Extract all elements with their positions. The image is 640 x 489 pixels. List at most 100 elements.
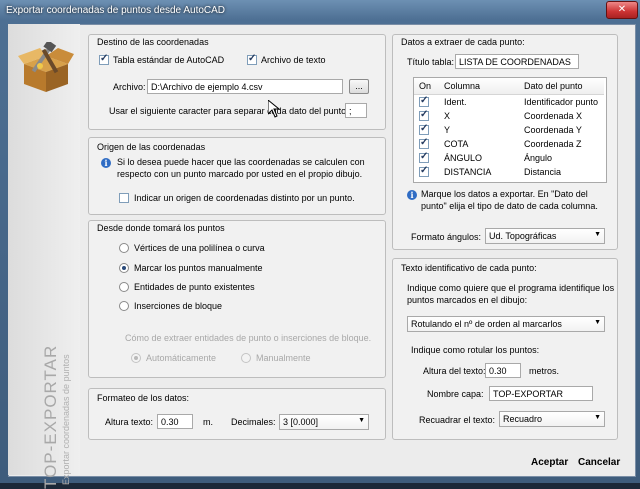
- row-checkbox[interactable]: [419, 123, 429, 135]
- chevron-down-icon: ▼: [594, 414, 601, 421]
- angulos-label: Formato ángulos:: [411, 232, 482, 242]
- altura-texto-input[interactable]: 0.30: [157, 414, 193, 429]
- radio-marcar[interactable]: [119, 263, 129, 273]
- info-icon: i: [101, 158, 111, 168]
- product-name: TOP-EXPORTAR: [41, 344, 60, 489]
- altura-texto-label: Altura texto:: [105, 417, 154, 427]
- sidebar-banner: TOP-EXPORTAR Exportar coordenadas de pun…: [8, 24, 80, 489]
- row-columna: Y: [444, 125, 451, 135]
- como-rotular-label: Indique como rotular los puntos:: [411, 345, 540, 355]
- datos-table[interactable]: On Columna Dato del punto Ident. Identif…: [413, 77, 607, 183]
- table-row[interactable]: COTA Coordenada Z: [414, 137, 604, 151]
- table-row[interactable]: X Coordenada X: [414, 109, 604, 123]
- decimales-label: Decimales:: [231, 417, 276, 427]
- extract-method-label: Cómo de extraer entidades de punto o ins…: [125, 333, 372, 343]
- row-checkbox[interactable]: [419, 137, 429, 149]
- table-header: On Columna Dato del punto: [414, 78, 604, 95]
- datos-info-line1: Marque los datos a exportar. En "Dato de…: [421, 189, 588, 199]
- row-dato: Coordenada Z: [524, 139, 582, 149]
- row-dato: Ángulo: [524, 153, 553, 163]
- row-checkbox[interactable]: [419, 165, 429, 177]
- origen-checkbox[interactable]: [119, 193, 129, 203]
- window-title: Exportar coordenadas de puntos desde Aut…: [6, 5, 226, 16]
- table-row[interactable]: Ident. Identificador punto: [414, 95, 604, 109]
- recuadrar-label: Recuadrar el texto:: [419, 415, 496, 425]
- texto-info-line1: Indique como quiere que el programa iden…: [407, 283, 615, 293]
- row-columna: COTA: [444, 139, 469, 149]
- radio-automatico-label: Automáticamente: [146, 353, 217, 363]
- formateo-group: Formateo de los datos: Altura texto: 0.3…: [88, 388, 386, 440]
- desde-group: Desde donde tomará los puntos Vértices d…: [88, 220, 386, 378]
- radio-automatico[interactable]: [131, 353, 141, 363]
- row-checkbox[interactable]: [419, 151, 429, 163]
- chevron-down-icon: ▼: [594, 231, 601, 238]
- angulos-value: Ud. Topográficas: [489, 231, 557, 241]
- radio-marcar-label: Marcar los puntos manualmente: [134, 263, 263, 273]
- recuadrar-select[interactable]: Recuadro ▼: [499, 411, 605, 427]
- row-dato: Identificador punto: [524, 97, 599, 107]
- radio-inserciones-label: Inserciones de bloque: [134, 301, 223, 311]
- chevron-down-icon: ▼: [594, 319, 601, 326]
- archivo-texto-label: Archivo de texto: [261, 55, 326, 65]
- row-columna: Ident.: [444, 97, 467, 107]
- altura-texto-unit: metros.: [529, 366, 560, 376]
- rotulo-value: Rotulando el nº de orden al marcarlos: [411, 319, 562, 329]
- decimales-value: 3 [0.000]: [283, 417, 319, 427]
- radio-entidades-label: Entidades de punto existentes: [134, 282, 255, 292]
- altura-texto-label: Altura del texto:: [423, 366, 486, 376]
- row-dato: Coordenada Y: [524, 125, 582, 135]
- texto-info-line2: puntos marcados en el dibujo:: [407, 295, 528, 305]
- altura-texto-unit: m.: [203, 417, 213, 427]
- row-columna: X: [444, 111, 451, 121]
- row-checkbox[interactable]: [419, 109, 429, 121]
- angulos-select[interactable]: Ud. Topográficas ▼: [485, 228, 605, 244]
- row-columna: DISTANCIA: [444, 167, 492, 177]
- radio-vertices-label: Vértices de una polilínea o curva: [134, 243, 265, 253]
- desde-legend: Desde donde tomará los puntos: [97, 223, 225, 233]
- row-columna: ÁNGULO: [444, 153, 483, 163]
- browse-button[interactable]: ...: [349, 79, 369, 94]
- box-tools-icon: [18, 42, 74, 92]
- decimales-select[interactable]: 3 [0.000] ▼: [279, 414, 369, 430]
- formateo-legend: Formateo de los datos:: [97, 393, 190, 403]
- altura-texto-input[interactable]: 0.30: [485, 363, 521, 378]
- nombre-capa-input[interactable]: TOP-EXPORTAR: [489, 386, 593, 401]
- tabla-estandar-checkbox[interactable]: [99, 53, 109, 65]
- radio-manual[interactable]: [241, 353, 251, 363]
- origen-group: Origen de las coordenadas i Si lo desea …: [88, 137, 386, 215]
- row-checkbox[interactable]: [419, 95, 429, 107]
- col-on-header: On: [419, 81, 432, 91]
- origen-legend: Origen de las coordenadas: [97, 142, 206, 152]
- radio-entidades[interactable]: [119, 282, 129, 292]
- origen-info-line2: respecto con un punto marcado por usted …: [117, 169, 363, 179]
- close-button[interactable]: ✕: [606, 1, 638, 19]
- table-row[interactable]: Y Coordenada Y: [414, 123, 604, 137]
- texto-group: Texto identificativo de cada punto: Indi…: [392, 258, 618, 440]
- destino-group: Destino de las coordenadas Tabla estánda…: [88, 34, 386, 130]
- product-subtitle: Exportar coordenadas de puntos: [61, 354, 71, 485]
- table-row[interactable]: DISTANCIA Distancia: [414, 165, 604, 179]
- titulo-tabla-input[interactable]: LISTA DE COORDENADAS: [455, 54, 579, 69]
- radio-vertices[interactable]: [119, 243, 129, 253]
- rotulo-select[interactable]: Rotulando el nº de orden al marcarlos ▼: [407, 316, 605, 332]
- separator-label: Usar el siguiente caracter para separar …: [109, 106, 349, 116]
- tabla-estandar-label: Tabla estándar de AutoCAD: [113, 55, 225, 65]
- datos-legend: Datos a extraer de cada punto:: [401, 37, 525, 47]
- titulo-tabla-label: Título tabla:: [407, 57, 455, 67]
- file-path-input[interactable]: D:\Archivo de ejemplo 4.csv: [147, 79, 343, 94]
- datos-group: Datos a extraer de cada punto: Título ta…: [392, 34, 618, 250]
- file-label: Archivo:: [113, 82, 146, 92]
- col-dato-header: Dato del punto: [524, 81, 583, 91]
- chevron-down-icon: ▼: [358, 417, 365, 424]
- aceptar-button[interactable]: Aceptar: [531, 457, 568, 468]
- nombre-capa-label: Nombre capa:: [427, 389, 484, 399]
- archivo-texto-checkbox[interactable]: [247, 53, 257, 65]
- cancelar-button[interactable]: Cancelar: [578, 457, 620, 468]
- table-row[interactable]: ÁNGULO Ángulo: [414, 151, 604, 165]
- row-dato: Distancia: [524, 167, 562, 177]
- row-dato: Coordenada X: [524, 111, 583, 121]
- title-bar: Exportar coordenadas de puntos desde Aut…: [0, 0, 640, 22]
- radio-inserciones[interactable]: [119, 301, 129, 311]
- datos-info-line2: punto" elija el tipo de dato de cada col…: [421, 201, 598, 211]
- separator-input[interactable]: ;: [345, 103, 367, 118]
